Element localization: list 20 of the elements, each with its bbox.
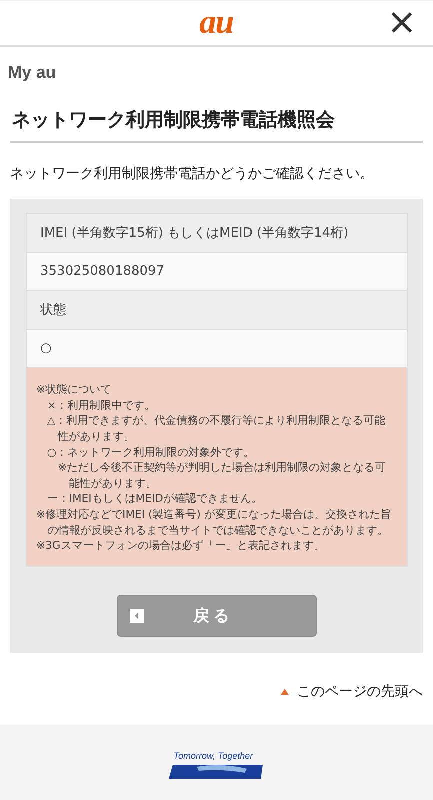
close-button[interactable]: × <box>382 5 421 41</box>
field-label: IMEI (半角数字15桁) もしくはMEID (半角数字14桁) <box>26 214 406 253</box>
brand-name: My au <box>8 63 58 83</box>
note-text: ※3Gスマートフォンの場合は必ず「ー」と表記されます。 <box>36 538 326 554</box>
page-top-link[interactable]: このページの先頭へ <box>281 683 423 702</box>
note-text: ※状態について <box>36 382 113 398</box>
triangle-icon <box>281 689 289 696</box>
tagline: Tomorrow, Together <box>174 751 254 762</box>
page-title: ネットワーク利用制限携帯電話機照会 <box>10 107 423 143</box>
au-logo[interactable]: au <box>200 6 234 40</box>
note-text: ※ただし今後不正契約等が判明した場合は利用制限の対象となる可能性があります。 <box>58 460 388 492</box>
field-value: ○ <box>26 330 406 368</box>
field-label: 状態 <box>26 291 406 330</box>
field-value: 353025080188097 <box>26 253 406 291</box>
note-text: ー：IMEIもしくはMEIDが確認できません。 <box>47 491 264 508</box>
note-text: ○：ネットワーク利用制限の対象外です。 <box>47 444 256 460</box>
description-text: ネットワーク利用制限携帯電話かどうかご確認ください。 <box>10 165 375 183</box>
note-text: ×：利用制限中です。 <box>47 398 156 414</box>
note-text: △：利用できますが、代金債務の不履行等により利用制限となる可能性があります。 <box>47 413 387 445</box>
note-text: ※修理対応などでIMEI (製造番号) が変更になった場合は、交換された旨の情報が反映されるまで当サイトでは確認できないことがあります。 <box>36 507 392 538</box>
